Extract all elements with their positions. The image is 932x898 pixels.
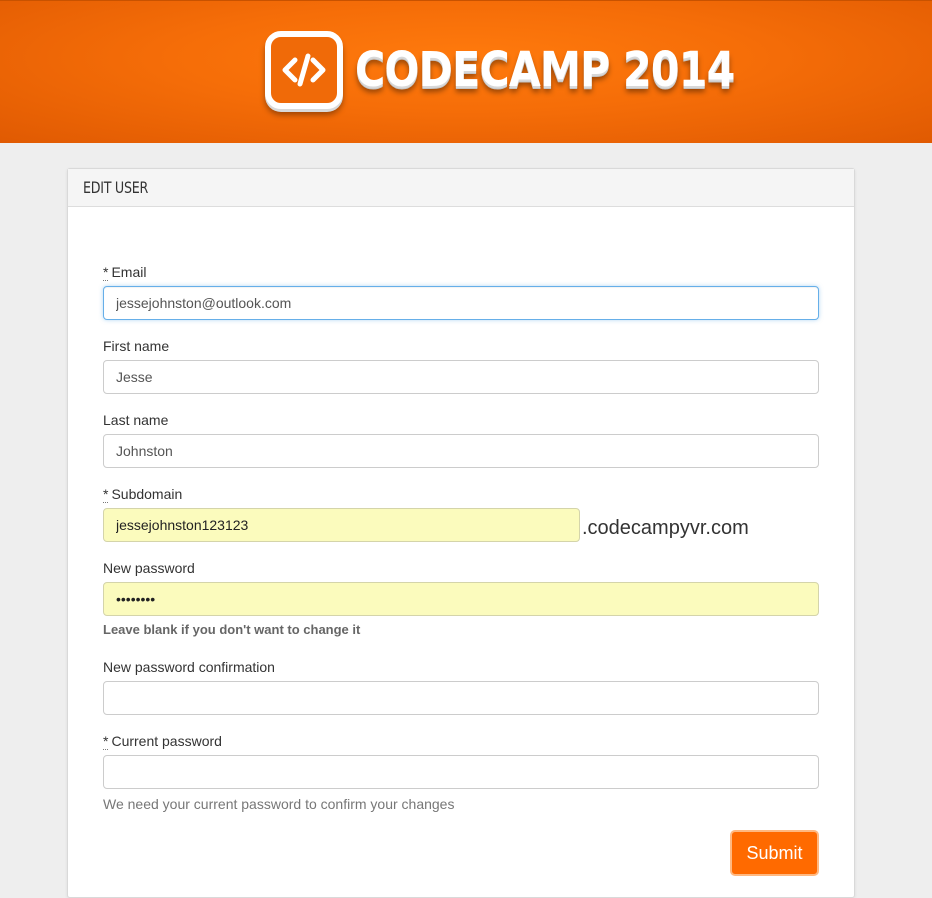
new-password-group: New password Leave blank if you don't wa… [103,559,819,637]
current-password-group: * Current password We need your current p… [103,732,819,812]
new-password-help: Leave blank if you don't want to change … [103,622,361,637]
last-name-field[interactable] [103,434,819,468]
required-marker: * [103,733,109,750]
subdomain-suffix: .codecampyvr.com [582,517,749,539]
subdomain-label: * Subdomain [103,486,183,503]
current-password-field[interactable] [103,755,819,789]
logo-text: CODECAMP 2014 [355,42,735,98]
password-confirmation-field[interactable] [103,681,819,715]
required-marker: * [103,486,109,503]
edit-user-card: EDIT USER *Email First name Last name *S… [67,168,855,898]
last-name-group: Last name [103,411,819,468]
subdomain-field[interactable] [103,508,580,542]
email-group: * Email [103,263,819,320]
first-name-group: First name [103,337,819,394]
password-confirmation-group: New password confirmation [103,658,819,715]
card-header: EDIT USER [68,169,854,207]
page-title: EDIT USER [83,178,148,197]
logo: CODECAMP 2014 [265,31,796,109]
first-name-field[interactable] [103,360,819,394]
last-name-label: Last name [103,412,169,428]
required-marker: * [103,264,109,281]
new-password-label: New password [103,560,195,576]
first-name-label: First name [103,338,170,354]
password-confirmation-label: New password confirmation [103,659,275,675]
subdomain-group: *Subdomain .codecampyvr.com [103,485,749,542]
current-password-help: We need your current password to confirm… [103,796,455,812]
header-banner: CODECAMP 2014 [0,0,932,143]
submit-button[interactable]: Submit [730,830,819,876]
email-label: * Email [103,264,147,281]
current-password-label: * Current password [103,733,222,750]
new-password-field[interactable] [103,582,819,616]
code-brackets-icon [265,31,343,109]
email-field[interactable] [103,286,819,320]
